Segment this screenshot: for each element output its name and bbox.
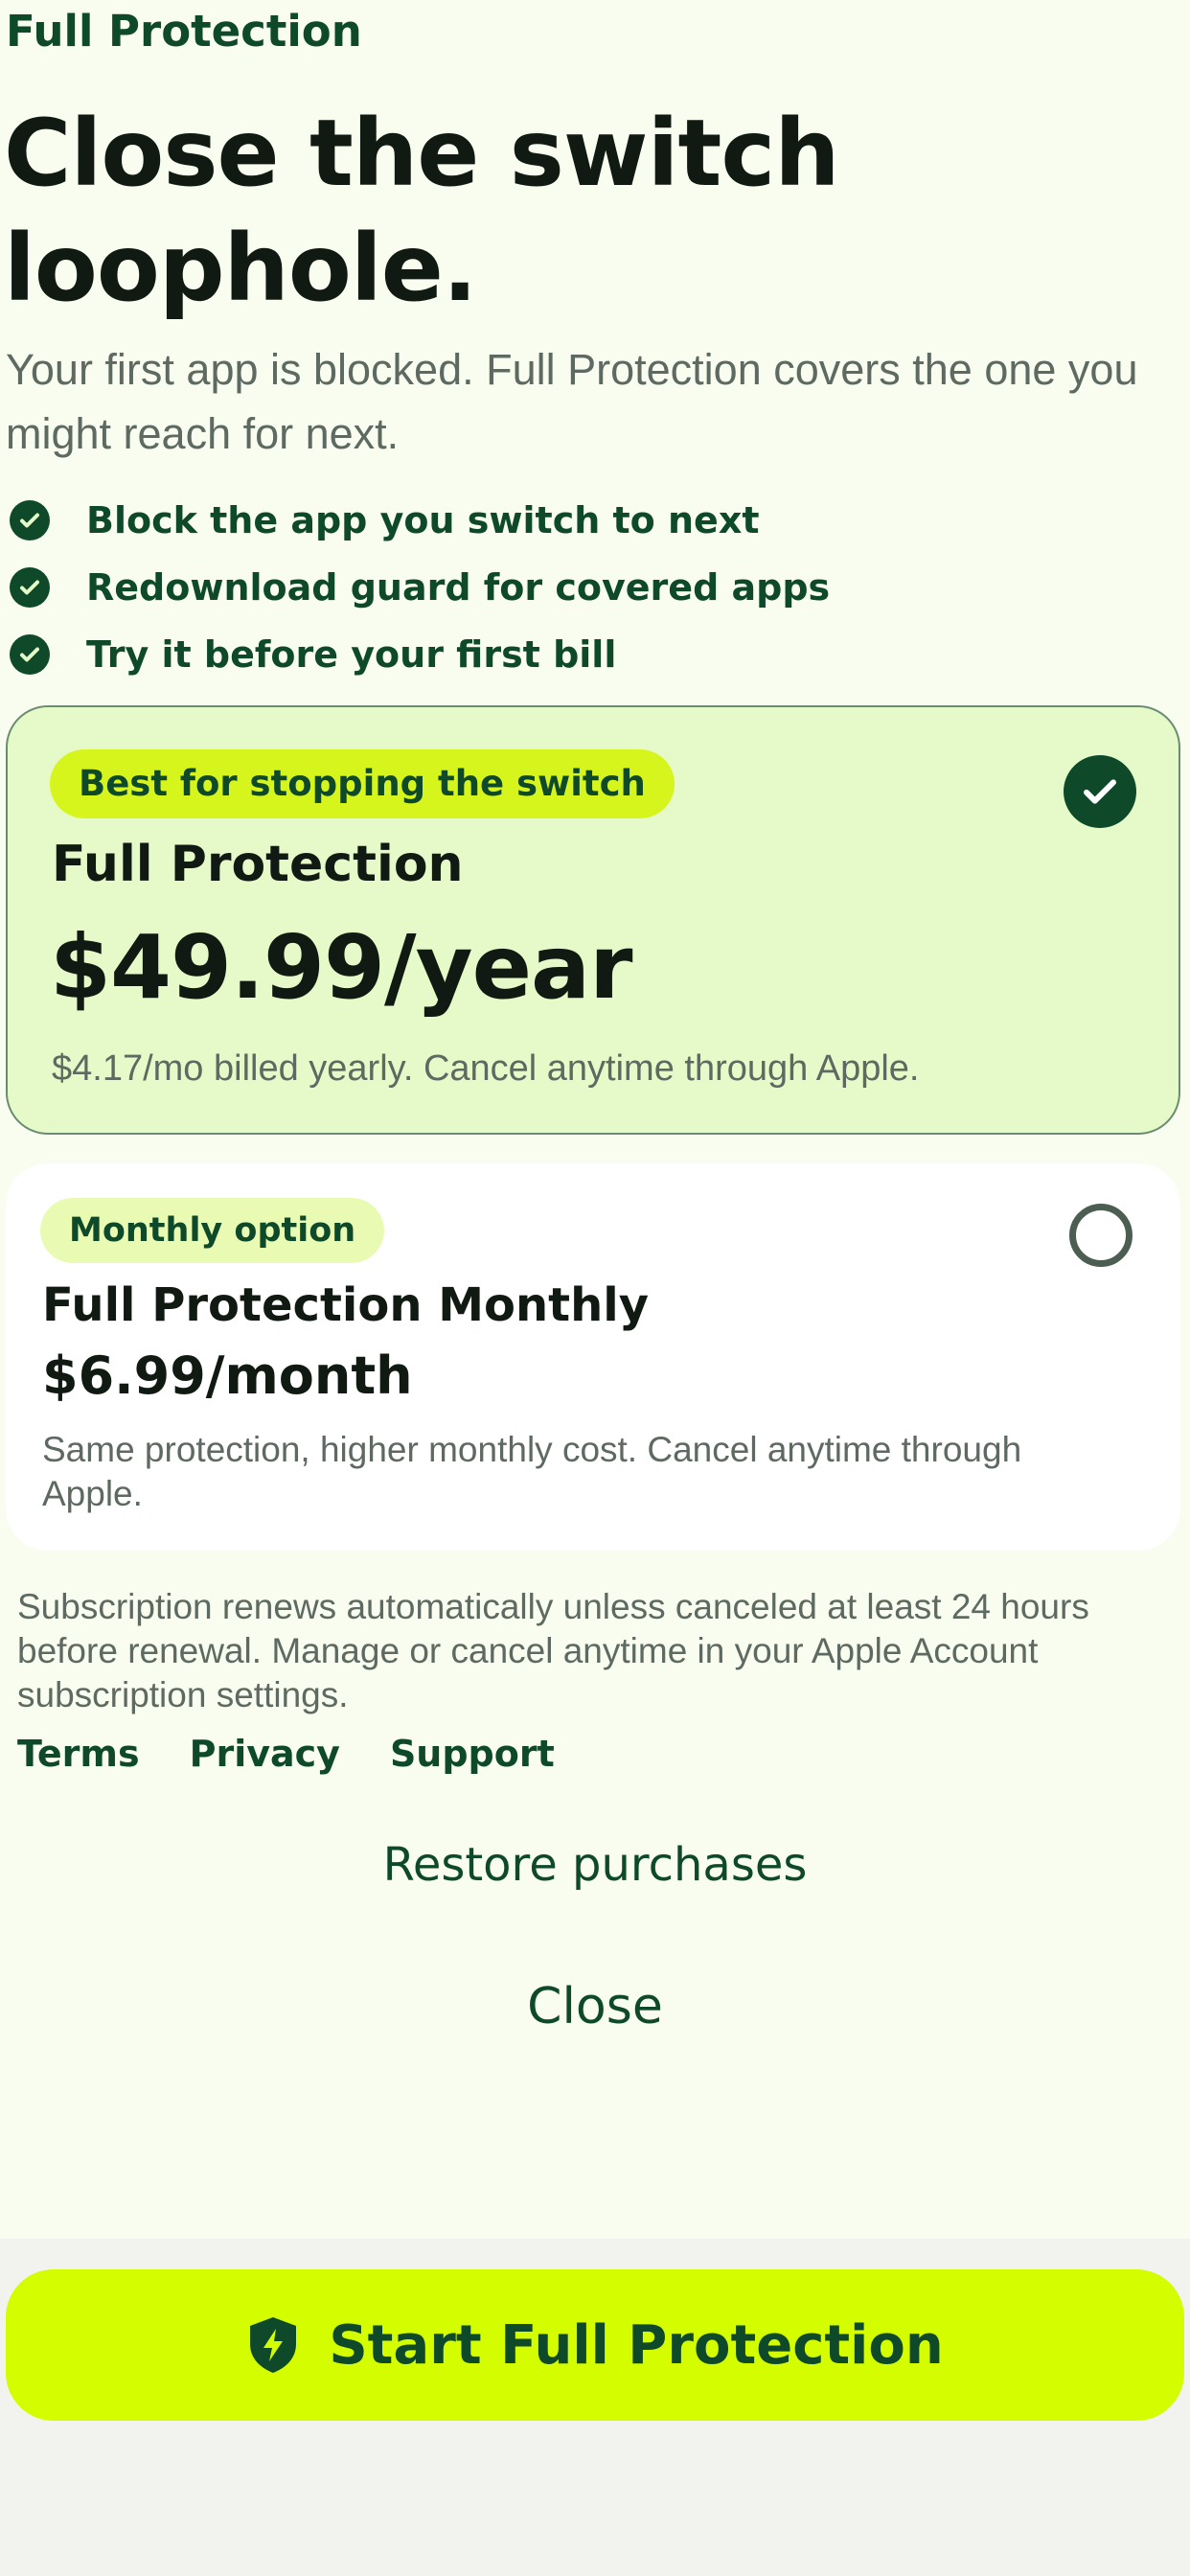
plan-card-yearly[interactable]: Best for stopping the switch Full Protec… [6,705,1180,1135]
plan-name: Full Protection [52,836,464,893]
plan-price: $6.99/month [42,1346,413,1406]
cta-label: Start Full Protection [329,2313,944,2377]
check-circle-icon [10,634,50,675]
headline-line-2: loophole. [4,215,477,322]
feature-list: Block the app you switch to next Redownl… [10,487,830,688]
plan-badge: Monthly option [40,1198,385,1263]
restore-purchases-button[interactable]: Restore purchases [0,1838,1190,1892]
plan-badge: Best for stopping the switch [50,749,675,818]
feature-item: Block the app you switch to next [10,487,830,554]
page-title: Close the switch loophole. [4,96,840,326]
plan-card-monthly[interactable]: Monthly option Full Protection Monthly $… [6,1163,1180,1551]
legal-links: Terms Privacy Support [17,1733,605,1775]
plan-description: Same protection, higher monthly cost. Ca… [42,1430,1022,1513]
support-link[interactable]: Support [390,1733,555,1775]
plan-name: Full Protection Monthly [42,1278,649,1332]
feature-item: Try it before your first bill [10,621,830,688]
legal-text: Subscription renews automatically unless… [17,1587,1089,1714]
feature-label: Block the app you switch to next [86,499,760,541]
feature-item: Redownload guard for covered apps [10,554,830,621]
plan-price: $49.99/year [50,916,632,1019]
feature-label: Redownload guard for covered apps [86,566,831,609]
check-circle-icon [10,500,50,540]
privacy-link[interactable]: Privacy [190,1733,340,1775]
close-button[interactable]: Close [0,1978,1190,2036]
feature-label: Try it before your first bill [86,633,617,676]
plan-description: $4.17/mo billed yearly. Cancel anytime t… [52,1048,920,1089]
shield-bolt-icon [246,2315,300,2375]
terms-link[interactable]: Terms [17,1733,140,1775]
check-circle-icon [10,567,50,608]
start-full-protection-button[interactable]: Start Full Protection [6,2269,1184,2421]
headline-line-1: Close the switch [4,100,840,207]
selected-check-icon [1064,755,1136,828]
subtitle: Your first app is blocked. Full Protecti… [6,345,1138,458]
eyebrow-title: Full Protection [6,6,362,57]
unselected-radio-icon[interactable] [1069,1204,1133,1267]
